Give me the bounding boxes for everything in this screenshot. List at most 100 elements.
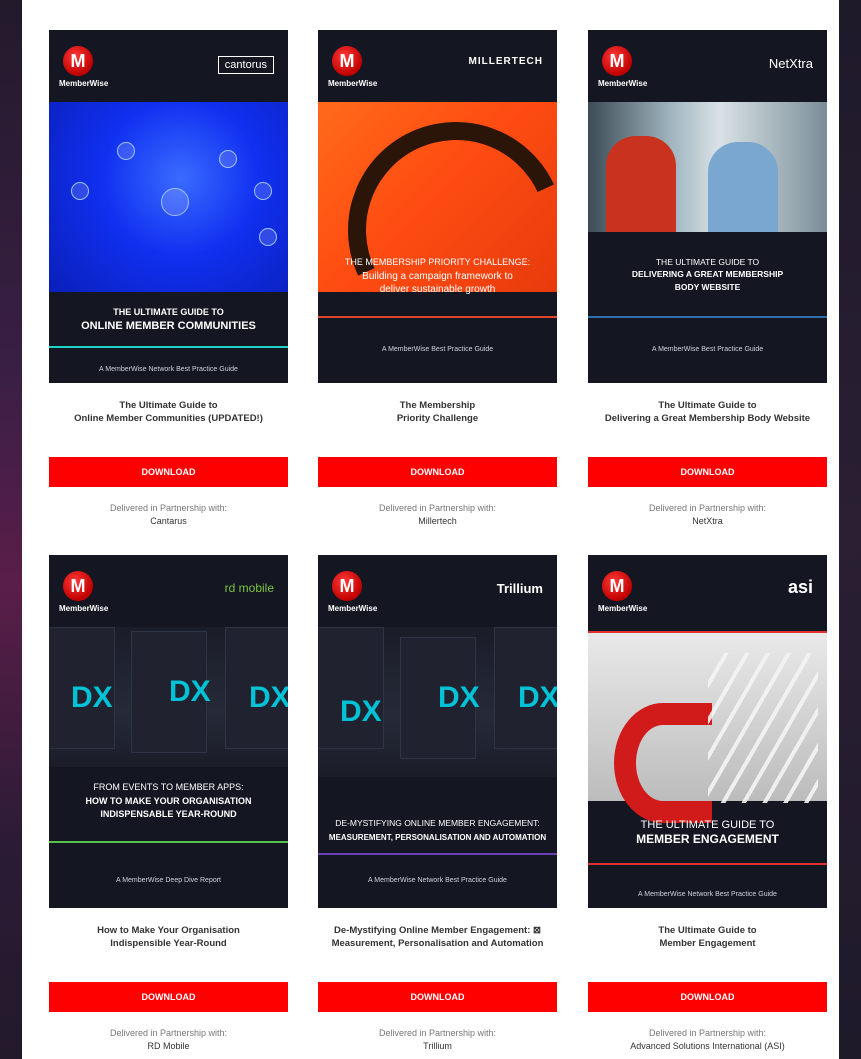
- partnership-info: Delivered in Partnership with: RD Mobile: [49, 1027, 288, 1053]
- dx-mark: DX: [249, 681, 288, 714]
- memberwise-logo-text: MemberWise: [328, 604, 378, 613]
- partner-name: Advanced Solutions International (ASI): [630, 1041, 785, 1051]
- partner-logo: Trillium: [496, 581, 543, 596]
- download-button[interactable]: DOWNLOAD: [49, 457, 288, 487]
- cover-title-line1: THE ULTIMATE GUIDE TO: [640, 819, 775, 831]
- partnership-label: Delivered in Partnership with:: [109, 503, 228, 513]
- person-figure: [606, 136, 676, 232]
- person-figure: [708, 142, 778, 232]
- guides-panel: M MemberWise cantorus THE ULTIMATE GUIDE…: [22, 0, 839, 1059]
- network-illustration: [49, 102, 288, 292]
- partner-logo: NetXtra: [768, 56, 813, 71]
- guide-title-line2: Online Member Communities (UPDATED!): [74, 413, 263, 424]
- cover-divider: [588, 863, 827, 865]
- guide-cover[interactable]: M MemberWise NetXtra THE ULTIMATE GUIDE …: [588, 30, 827, 383]
- memberwise-logo-icon: M: [63, 46, 93, 76]
- partner-logo: rd mobile: [224, 581, 274, 595]
- guide-card: M MemberWise asi THE ULTIMATE GUIDE TO M…: [588, 555, 827, 1053]
- download-button[interactable]: DOWNLOAD: [49, 982, 288, 1012]
- partner-logo: asi: [787, 577, 813, 597]
- page-background-left: [0, 0, 22, 1059]
- cover-title-line2: MEMBER ENGAGEMENT: [636, 832, 779, 846]
- cover-title-line2: Building a campaign framework to deliver…: [362, 271, 513, 295]
- guide-title-line1: How to Make Your Organisation: [97, 925, 240, 936]
- cover-footer: A MemberWise Network Best Practice Guide: [99, 366, 238, 373]
- dx-mark: DX: [340, 695, 382, 728]
- report-covers-illustration: DX DX DX: [318, 627, 557, 777]
- partner-name: Trillium: [423, 1041, 452, 1051]
- guide-title-line2: Member Engagement: [659, 938, 756, 949]
- cover-divider: [318, 853, 557, 855]
- partnership-info: Delivered in Partnership with: Advanced …: [588, 1027, 827, 1053]
- cover-title-line1: THE ULTIMATE GUIDE TO: [113, 307, 224, 317]
- guide-title: The Ultimate Guide to Delivering a Great…: [588, 399, 827, 439]
- user-node-icon: [161, 188, 189, 216]
- guide-title: The Ultimate Guide to Member Engagement: [588, 924, 827, 964]
- partner-logo: cantorus: [217, 56, 274, 74]
- guide-cover[interactable]: M MemberWise Trillium DX DX DX DE-MYSTIF…: [318, 555, 557, 908]
- guide-card: M MemberWise Trillium DX DX DX DE-MYSTIF…: [318, 555, 557, 1053]
- page-background-right: [839, 0, 861, 1059]
- cover-divider: [49, 841, 288, 843]
- cover-divider: [318, 316, 557, 318]
- download-button[interactable]: DOWNLOAD: [318, 457, 557, 487]
- people-figures: [708, 653, 818, 803]
- memberwise-logo-icon: M: [332, 571, 362, 601]
- dx-mark: DX: [518, 681, 557, 714]
- cover-footer: A MemberWise Deep Dive Report: [115, 877, 222, 884]
- guide-cover[interactable]: M MemberWise cantorus THE ULTIMATE GUIDE…: [49, 30, 288, 383]
- report-covers-illustration: DX DX DX: [49, 627, 288, 767]
- guide-title: How to Make Your Organisation Indispensi…: [49, 924, 288, 964]
- cover-title-line1: FROM EVENTS TO MEMBER APPS:: [93, 782, 244, 792]
- guide-title-line2: Indispensible Year-Round: [110, 938, 227, 949]
- user-node-icon: [259, 228, 277, 246]
- magnet-icon: [614, 703, 712, 823]
- cover-title-line2: ONLINE MEMBER COMMUNITIES: [81, 320, 256, 332]
- memberwise-logo-text: MemberWise: [598, 604, 648, 613]
- guide-title: The Ultimate Guide to Online Member Comm…: [49, 399, 288, 439]
- user-node-icon: [219, 150, 237, 168]
- dx-mark: DX: [71, 681, 113, 714]
- guide-title-line1: De-Mystifying Online Member Engagement: …: [334, 925, 541, 936]
- memberwise-logo-text: MemberWise: [59, 604, 109, 613]
- download-button[interactable]: DOWNLOAD: [318, 982, 557, 1012]
- guide-card: M MemberWise rd mobile DX DX DX FROM EVE…: [49, 555, 288, 1053]
- memberwise-logo-icon: M: [332, 46, 362, 76]
- guide-title-line1: The Ultimate Guide to: [658, 925, 757, 936]
- user-node-icon: [254, 182, 272, 200]
- dx-mark: DX: [169, 675, 211, 708]
- cover-footer: A MemberWise Best Practice Guide: [381, 346, 494, 353]
- cover-title-line1: DE-MYSTIFYING ONLINE MEMBER ENGAGEMENT:: [335, 818, 540, 828]
- memberwise-logo-icon: M: [602, 46, 632, 76]
- report-thumbnail: [318, 627, 384, 749]
- guide-title-line2: Priority Challenge: [396, 413, 479, 424]
- guide-cover[interactable]: M MemberWise MILLERTECH THE MEMBERSHIP P…: [318, 30, 557, 383]
- cover-divider: [49, 346, 288, 348]
- guide-cover[interactable]: M MemberWise rd mobile DX DX DX FROM EVE…: [49, 555, 288, 908]
- partner-name: Millertech: [418, 516, 457, 526]
- cover-title-line2: HOW TO MAKE YOUR ORGANISATION INDISPENSA…: [85, 796, 252, 819]
- partnership-info: Delivered in Partnership with: Cantarus: [49, 502, 288, 528]
- dx-mark: DX: [438, 681, 480, 714]
- partnership-label: Delivered in Partnership with:: [378, 503, 497, 513]
- partnership-label: Delivered in Partnership with:: [109, 1028, 228, 1038]
- user-node-icon: [117, 142, 135, 160]
- office-photo: [588, 102, 827, 232]
- cover-footer: A MemberWise Best Practice Guide: [651, 346, 764, 353]
- partnership-label: Delivered in Partnership with:: [648, 503, 767, 513]
- cover-title-line2: MEASUREMENT, PERSONALISATION AND AUTOMAT…: [328, 833, 547, 842]
- partnership-info: Delivered in Partnership with: NetXtra: [588, 502, 827, 528]
- cover-title-line1: THE MEMBERSHIP PRIORITY CHALLENGE:: [344, 257, 531, 267]
- memberwise-logo-text: MemberWise: [598, 79, 648, 88]
- gauge-arc: [318, 91, 557, 369]
- magnet-illustration: [588, 633, 827, 823]
- guide-title: De-Mystifying Online Member Engagement: …: [318, 924, 557, 964]
- partnership-info: Delivered in Partnership with: Trillium: [318, 1027, 557, 1053]
- user-node-icon: [71, 182, 89, 200]
- memberwise-logo-icon: M: [63, 571, 93, 601]
- guide-title-line1: The Ultimate Guide to: [119, 400, 218, 411]
- download-button[interactable]: DOWNLOAD: [588, 457, 827, 487]
- download-button[interactable]: DOWNLOAD: [588, 982, 827, 1012]
- guide-title: The Membership Priority Challenge: [318, 399, 557, 439]
- guide-cover[interactable]: M MemberWise asi THE ULTIMATE GUIDE TO M…: [588, 555, 827, 908]
